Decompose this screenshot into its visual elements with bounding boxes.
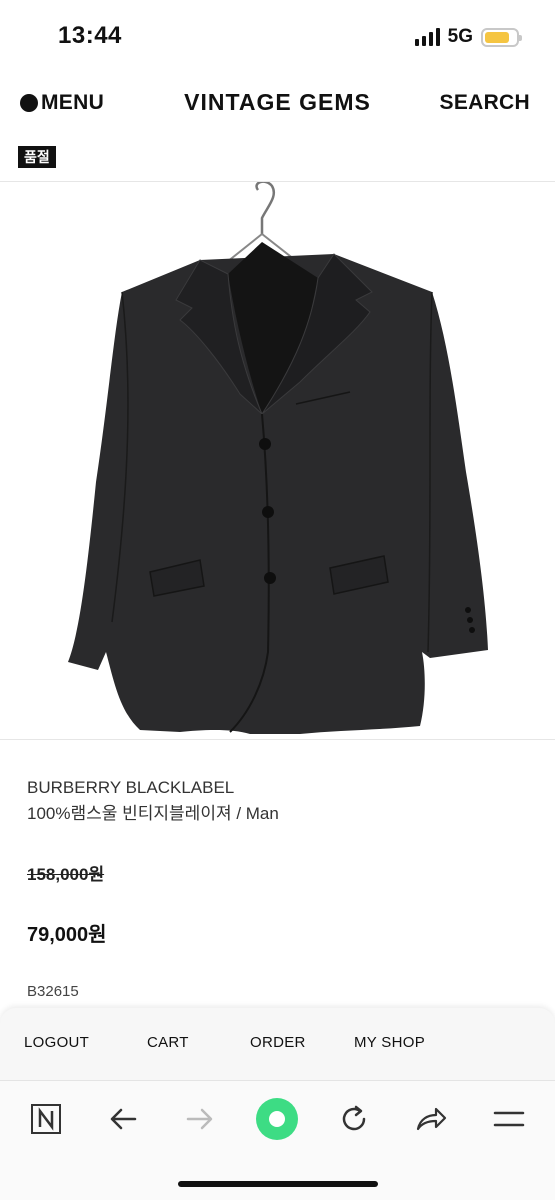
forward-arrow-icon[interactable] xyxy=(178,1097,222,1141)
divider xyxy=(0,739,555,740)
site-header: MENU VINTAGE GEMS SEARCH xyxy=(0,74,555,130)
product-name: 100%램스울 빈티지블레이져 / Man xyxy=(27,804,279,823)
logout-link[interactable]: LOGOUT xyxy=(24,1034,89,1051)
my-shop-link[interactable]: MY SHOP xyxy=(354,1034,425,1051)
hamburger-icon[interactable] xyxy=(487,1097,531,1141)
order-link[interactable]: ORDER xyxy=(250,1034,306,1051)
product-image[interactable] xyxy=(0,180,555,738)
original-price: 158,000원 xyxy=(27,865,105,884)
product-brand: BURBERRY BLACKLABEL xyxy=(27,778,235,797)
sale-price: 79,000원 xyxy=(27,924,107,946)
battery-level xyxy=(485,31,509,43)
status-badge: 품절 xyxy=(18,146,56,168)
status-indicators: 5G xyxy=(414,26,522,48)
status-bar: 13:44 5G xyxy=(0,0,555,74)
battery-icon xyxy=(481,27,522,47)
product-sku: B32615 xyxy=(27,983,79,1000)
blazer-image xyxy=(68,180,488,734)
network-type: 5G xyxy=(447,26,473,47)
reload-icon[interactable] xyxy=(332,1097,376,1141)
back-arrow-icon[interactable] xyxy=(101,1097,145,1141)
green-circle-icon[interactable] xyxy=(255,1097,299,1141)
home-indicator xyxy=(178,1181,378,1187)
cart-link[interactable]: CART xyxy=(147,1034,189,1051)
share-icon[interactable] xyxy=(409,1097,453,1141)
status-time: 13:44 xyxy=(58,22,122,49)
product-info: BURBERRY BLACKLABEL 100%램스울 빈티지블레이져 / Ma… xyxy=(27,775,537,827)
bottom-menu: LOGOUT CART ORDER MY SHOP xyxy=(0,1008,555,1080)
search-button[interactable]: SEARCH xyxy=(440,91,530,115)
n-logo-icon[interactable] xyxy=(24,1097,68,1141)
signal-icon xyxy=(414,28,440,46)
